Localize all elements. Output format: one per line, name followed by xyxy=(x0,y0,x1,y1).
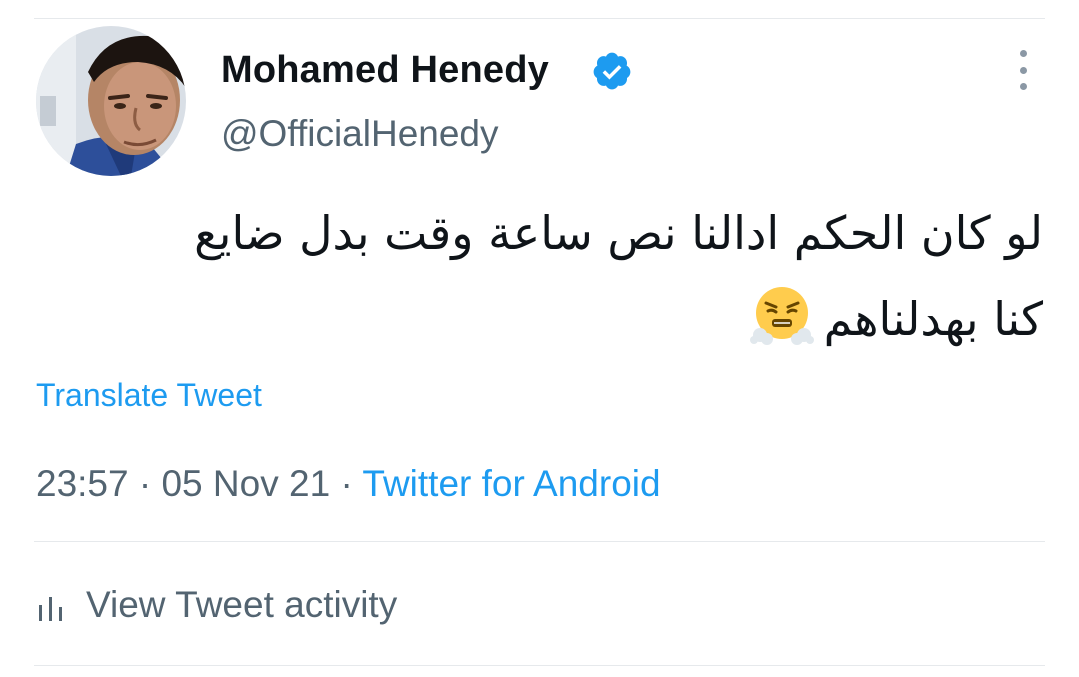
tweet-text-line-2: كنا بهدلناهم xyxy=(43,276,1043,362)
separator-dot: · xyxy=(340,463,353,504)
tweet-date[interactable]: 05 Nov 21 xyxy=(161,463,330,504)
more-dot xyxy=(1019,50,1027,57)
tweet-text-line: لو كان الحكم ادالنا نص ساعة وقت بدل ضايع xyxy=(194,206,1043,260)
more-vertical-icon[interactable] xyxy=(1010,50,1036,90)
tweet-source-link[interactable]: Twitter for Android xyxy=(362,463,660,504)
translate-tweet-link[interactable]: Translate Tweet xyxy=(36,375,262,415)
more-dot xyxy=(1019,83,1027,90)
view-tweet-activity-button[interactable]: View Tweet activity xyxy=(36,580,397,630)
tweet-metadata: 23:57 · 05 Nov 21 · Twitter for Android xyxy=(36,462,661,506)
tweet-text: لو كان الحكم ادالنا نص ساعة وقت بدل ضايع… xyxy=(43,190,1043,362)
divider xyxy=(34,541,1045,542)
author-handle[interactable]: @OfficialHenedy xyxy=(221,112,499,156)
avatar[interactable] xyxy=(36,26,186,176)
view-tweet-activity-label: View Tweet activity xyxy=(86,584,398,625)
top-divider xyxy=(34,18,1045,19)
more-dot xyxy=(1019,66,1027,74)
author-name[interactable]: Mohamed Henedy xyxy=(221,48,549,92)
tweet-text-line-content: كنا بهدلناهم xyxy=(823,292,1043,346)
divider xyxy=(34,665,1045,666)
verified-badge-icon xyxy=(593,52,631,90)
bar-chart-icon xyxy=(39,597,62,621)
tweet-time[interactable]: 23:57 xyxy=(36,463,129,504)
face-with-steam-from-nose-icon xyxy=(749,286,814,345)
separator-dot: · xyxy=(138,463,152,504)
avatar-image xyxy=(36,26,186,176)
